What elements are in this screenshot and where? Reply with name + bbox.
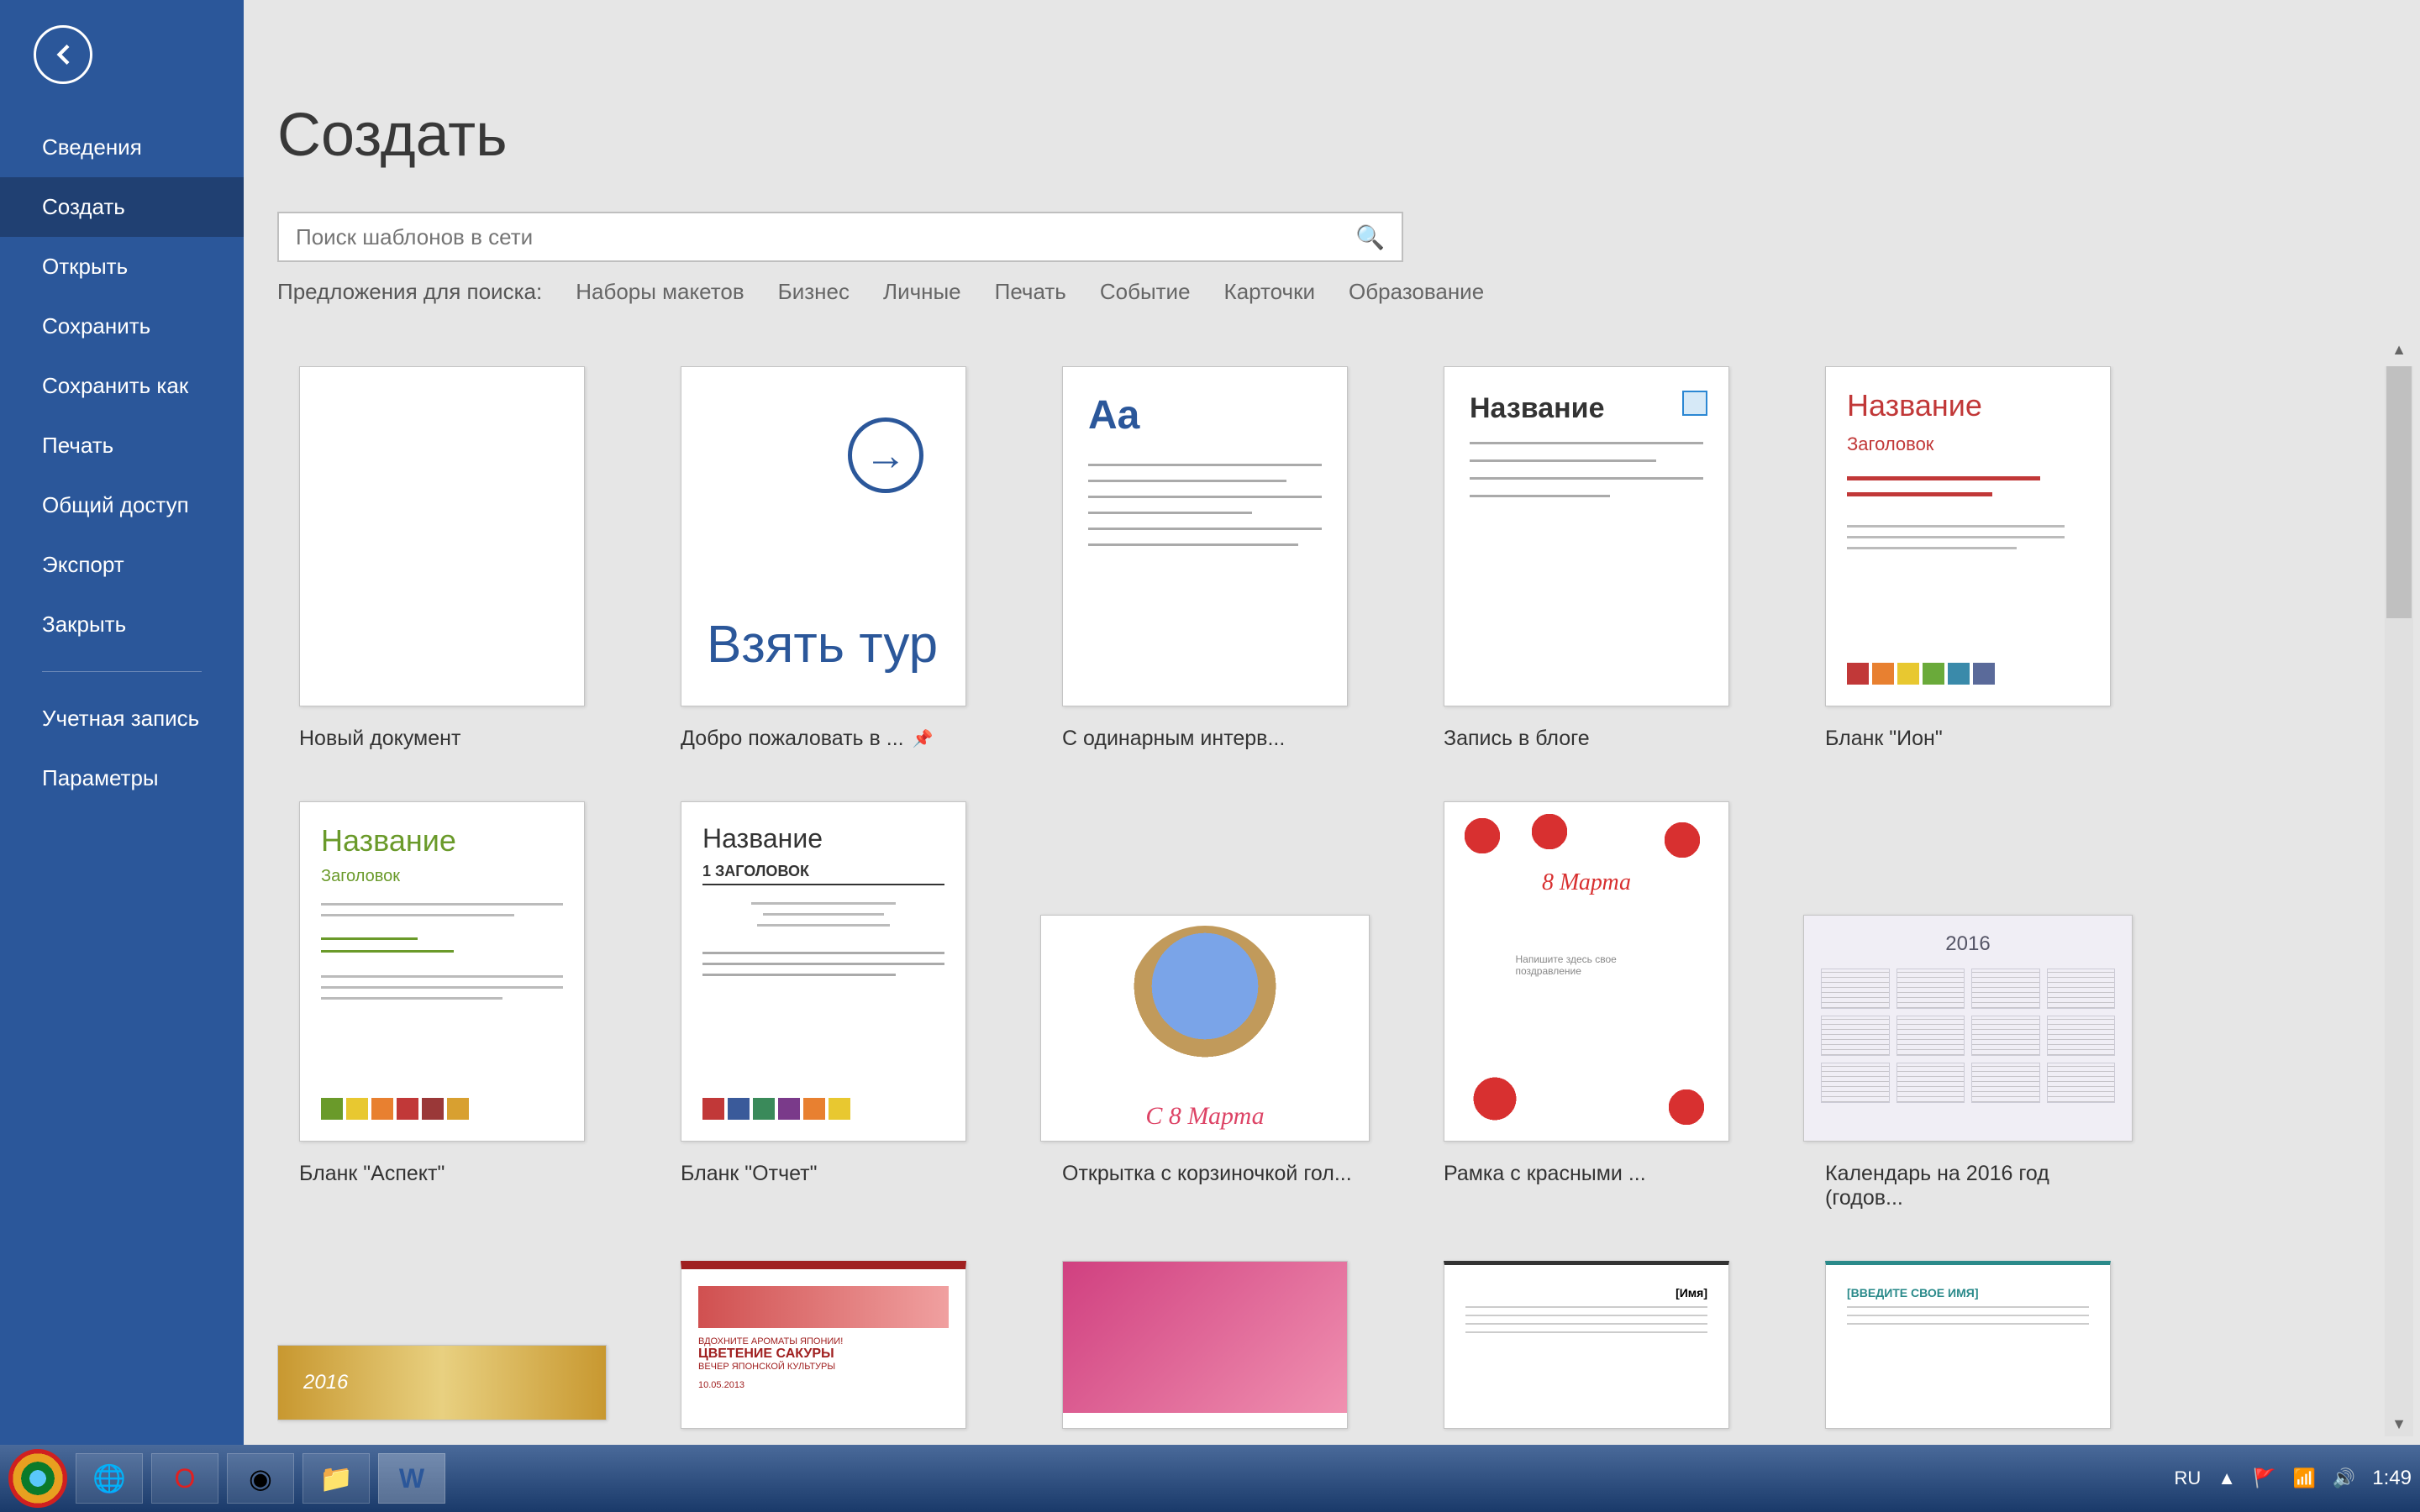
template-thumb: 8 Марта Напишите здесь свое поздравление [1444,801,1729,1142]
tray-lang[interactable]: RU [2175,1467,2202,1489]
templates-grid: Новый документ Взять тур Добро пожаловат… [277,366,2386,1429]
template-thumb: [Имя] [1444,1261,1729,1429]
template-label: Открытка с корзиночкой гол... [1040,1162,1370,1186]
page-title: Создать [277,101,2378,170]
template-golden-banner[interactable]: 2016 [277,1261,607,1429]
suggest-link[interactable]: Бизнес [778,279,850,305]
template-thumb: Название Заголовок [1825,366,2111,706]
taskbar: 🌐 O ◉ 📁 W RU ▲ 🚩 📶 🔊 1:49 [0,1445,2420,1512]
search-input[interactable] [296,224,1355,250]
tray-flag-icon[interactable]: 🚩 [2253,1467,2275,1489]
taskbar-explorer-icon[interactable]: 📁 [302,1453,370,1504]
template-single-spaced[interactable]: Aa С одинарным интерв... [1040,366,1370,751]
start-button[interactable] [8,1449,67,1508]
template-thumb: Название Заголовок [299,801,585,1142]
template-label: С одинарным интерв... [1040,727,1370,751]
template-thumb: 2016 [277,1345,607,1420]
template-red-roses-frame[interactable]: 8 Марта Напишите здесь свое поздравление… [1422,801,1751,1210]
suggest-link[interactable]: Личные [883,279,961,305]
tray-volume-icon[interactable]: 🔊 [2333,1467,2355,1489]
sidebar-divider [42,671,202,672]
template-label: Добро пожаловать в ... [681,727,904,751]
pin-icon[interactable]: 📌 [913,728,934,749]
template-thumb: Aa [1062,366,1348,706]
sidebar-item-print[interactable]: Печать [0,416,244,475]
template-label: Рамка с красными ... [1422,1162,1751,1186]
back-button[interactable] [34,25,92,84]
suggest-link[interactable]: Карточки [1224,279,1315,305]
sidebar-item-save[interactable]: Сохранить [0,297,244,356]
tray-chevron-icon[interactable]: ▲ [2217,1467,2236,1489]
sidebar-item-new[interactable]: Создать [0,177,244,237]
template-flower-basket-card[interactable]: С 8 Марта Открытка с корзиночкой гол... [1040,801,1370,1210]
template-resume-1[interactable]: [Имя] [1422,1261,1751,1429]
template-thumb: С 8 Марта [1040,915,1370,1142]
system-tray: RU ▲ 🚩 📶 🔊 1:49 [2175,1467,2412,1490]
sidebar-item-options[interactable]: Параметры [0,748,244,808]
sidebar-item-open[interactable]: Открыть [0,237,244,297]
scroll-thumb[interactable] [2386,366,2412,618]
template-thumb: Название [1444,366,1729,706]
sidebar-item-export[interactable]: Экспорт [0,535,244,595]
suggest-link[interactable]: Наборы макетов [576,279,744,305]
taskbar-opera-icon[interactable]: O [151,1453,218,1504]
template-thumb: 2016 [1803,915,2133,1142]
suggest-link[interactable]: Событие [1100,279,1191,305]
template-ion-design[interactable]: Название Заголовок Бланк "Ион" [1803,366,2133,751]
template-sakura-event[interactable]: ВДОХНИТЕ АРОМАТЫ ЯПОНИИ! ЦВЕТЕНИЕ САКУРЫ… [659,1261,988,1429]
backstage-sidebar: Сведения Создать Открыть Сохранить Сохра… [0,0,244,1445]
tray-network-icon[interactable]: 📶 [2292,1467,2315,1489]
template-resume-2[interactable]: [ВВЕДИТЕ СВОЕ ИМЯ] [1803,1261,2133,1429]
search-icon[interactable]: 🔍 [1355,223,1385,251]
templates-scrollbar[interactable]: ▲ ▼ [2385,366,2413,1436]
scroll-down-arrow[interactable]: ▼ [2385,1415,2413,1441]
scroll-up-arrow[interactable]: ▲ [2385,341,2413,366]
suggest-label: Предложения для поиска: [277,279,542,305]
template-thumb: ВДОХНИТЕ АРОМАТЫ ЯПОНИИ! ЦВЕТЕНИЕ САКУРЫ… [681,1261,966,1429]
template-label: Запись в блоге [1422,727,1751,751]
template-thumb [1062,1261,1348,1429]
suggest-link[interactable]: Образование [1349,279,1484,305]
sidebar-item-saveas[interactable]: Сохранить как [0,356,244,416]
template-label: Бланк "Аспект" [277,1162,607,1186]
template-thumb: Название 1 ЗАГОЛОВОК [681,801,966,1142]
template-thumb: [ВВЕДИТЕ СВОЕ ИМЯ] [1825,1261,2111,1429]
sidebar-item-info[interactable]: Сведения [0,118,244,177]
template-thumb: Взять тур [681,366,966,706]
template-label: Календарь на 2016 год (годов... [1803,1162,2133,1210]
suggest-link[interactable]: Печать [995,279,1066,305]
template-aspect-design[interactable]: Название Заголовок Бланк "Аспект" [277,801,607,1210]
taskbar-chrome-icon[interactable]: ◉ [227,1453,294,1504]
template-pink-flowers[interactable] [1040,1261,1370,1429]
template-label: Новый документ [277,727,607,751]
search-box[interactable]: 🔍 [277,212,1403,262]
sidebar-item-close[interactable]: Закрыть [0,595,244,654]
taskbar-ie-icon[interactable]: 🌐 [76,1453,143,1504]
main-panel: Создать 🔍 Предложения для поиска: Наборы… [244,0,2420,1445]
template-label: Бланк "Отчет" [659,1162,988,1186]
template-label: Бланк "Ион" [1803,727,2133,751]
sidebar-item-account[interactable]: Учетная запись [0,689,244,748]
taskbar-word-icon[interactable]: W [378,1453,445,1504]
search-suggestions: Предложения для поиска: Наборы макетов Б… [277,279,2378,305]
template-thumb [299,366,585,706]
template-report-design[interactable]: Название 1 ЗАГОЛОВОК Бланк "Отчет" [659,801,988,1210]
template-welcome-tour[interactable]: Взять тур Добро пожаловать в ... 📌 [659,366,988,751]
sidebar-item-share[interactable]: Общий доступ [0,475,244,535]
tray-clock[interactable]: 1:49 [2372,1467,2412,1490]
template-calendar-2016[interactable]: 2016 Календарь на 2016 год (годов... [1803,801,2133,1210]
template-blank-document[interactable]: Новый документ [277,366,607,751]
template-blog-post[interactable]: Название Запись в блоге [1422,366,1751,751]
